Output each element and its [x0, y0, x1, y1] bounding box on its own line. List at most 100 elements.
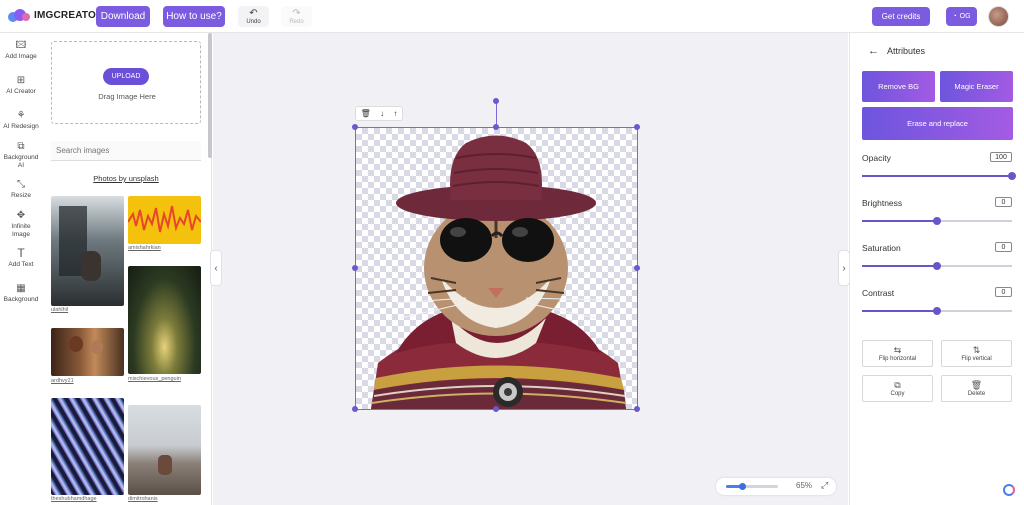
download-button[interactable]: Download: [96, 6, 150, 27]
delete-button[interactable]: 🗑 Delete: [941, 375, 1012, 402]
erase-and-replace-button[interactable]: Erase and replace: [862, 107, 1013, 140]
thumb-caption[interactable]: mischievous_penguin: [128, 376, 203, 382]
resize-handle-t[interactable]: [493, 124, 499, 130]
credits-badge[interactable]: ◔ OG: [946, 7, 977, 26]
rail-item-label: AI Creator: [6, 88, 36, 95]
copy-button[interactable]: ⧉ Copy: [862, 375, 933, 402]
wand-icon: ⚘: [16, 110, 26, 121]
brightness-value[interactable]: 0: [995, 197, 1012, 207]
unsplash-link[interactable]: Photos by unsplash: [42, 174, 210, 183]
soundwave-graphic: [128, 205, 201, 233]
get-credits-button[interactable]: Get credits: [872, 7, 930, 26]
rail-item-infinite-image[interactable]: ✥ Infinite Image: [0, 210, 42, 239]
redo-label: Redo: [289, 18, 304, 25]
zoom-slider-knob[interactable]: [738, 483, 746, 490]
upload-dropzone[interactable]: UPLOAD Drag Image Here: [51, 41, 201, 124]
rotate-handle[interactable]: [493, 98, 499, 104]
zoom-value: 65%: [796, 481, 813, 490]
thumb-caption[interactable]: dimitrohanis: [128, 496, 203, 502]
rail-item-label: Background AI: [3, 154, 39, 169]
resize-handle-bl[interactable]: [352, 406, 358, 412]
collapse-left-button[interactable]: ‹: [210, 250, 222, 286]
upload-button[interactable]: UPLOAD: [103, 68, 149, 85]
saturation-label: Saturation: [862, 243, 901, 253]
trash-icon[interactable]: 🗑: [361, 109, 371, 118]
rail-item-label: Resize: [11, 192, 31, 199]
rail-item-add-image[interactable]: 🖾 Add Image: [0, 40, 42, 61]
pattern-icon: ▦: [16, 283, 26, 294]
contrast-slider[interactable]: [862, 307, 1012, 315]
undo-icon: ↶: [249, 7, 258, 19]
attributes-header: ← Attributes: [868, 45, 925, 57]
how-to-use-button[interactable]: How to use?: [163, 6, 225, 27]
brightness-label: Brightness: [862, 198, 903, 208]
image-add-icon: 🖾: [15, 40, 27, 51]
zoom-control: 65% ⤢: [716, 478, 836, 495]
resize-handle-tl[interactable]: [352, 124, 358, 130]
flip-horizontal-label: Flip horizontal: [878, 356, 917, 362]
redo-icon: ↷: [292, 7, 301, 19]
rail-item-add-text[interactable]: T Add Text: [0, 247, 42, 269]
chevron-right-icon: ›: [842, 262, 846, 274]
arrow-up-icon[interactable]: ↑: [393, 109, 397, 118]
saturation-slider-knob[interactable]: [933, 262, 941, 270]
resize-handle-l[interactable]: [352, 265, 358, 271]
undo-label: Undo: [246, 18, 261, 25]
zoom-slider[interactable]: [726, 483, 778, 490]
thumb-image[interactable]: [51, 328, 124, 376]
thumb-image[interactable]: [51, 398, 124, 495]
thumb-caption[interactable]: theshubhamdhage: [51, 496, 126, 502]
brightness-slider-fill: [862, 220, 937, 222]
resize-handle-tr[interactable]: [634, 124, 640, 130]
selection-toolbar: 🗑 ↓ ↑: [355, 106, 403, 121]
search-input[interactable]: [51, 141, 201, 161]
image-panel: UPLOAD Drag Image Here Photos by unsplas…: [42, 33, 212, 505]
avatar[interactable]: [988, 6, 1009, 27]
rail-item-ai-creator[interactable]: ⊞ AI Creator: [0, 75, 42, 96]
redo-button[interactable]: ↷ Redo: [281, 6, 312, 27]
resize-handle-br[interactable]: [634, 406, 640, 412]
rail-item-ai-redesign[interactable]: ⚘ AI Redesign: [0, 110, 42, 131]
flip-horizontal-icon: ⇆: [893, 345, 902, 355]
thumb-caption[interactable]: ardhvy21: [51, 378, 126, 384]
thumb-image[interactable]: [51, 196, 124, 306]
flip-horizontal-button[interactable]: ⇆ Flip horizontal: [862, 340, 933, 367]
brightness-slider-knob[interactable]: [933, 217, 941, 225]
thumb-image[interactable]: [128, 405, 201, 495]
rail-item-background[interactable]: ▦ Background: [0, 283, 42, 304]
rail-item-label: AI Redesign: [3, 123, 39, 130]
opacity-slider-knob[interactable]: [1008, 172, 1016, 180]
thumb-caption[interactable]: amishahrkian: [128, 245, 203, 251]
resize-handle-r[interactable]: [634, 265, 640, 271]
arrow-down-icon[interactable]: ↓: [380, 109, 384, 118]
magic-eraser-button[interactable]: Magic Eraser: [940, 71, 1013, 102]
rail-item-label: Add Image: [5, 53, 37, 60]
help-widget-icon[interactable]: [1003, 484, 1015, 496]
rail-item-resize[interactable]: ⤡ Resize: [0, 179, 42, 200]
flip-vertical-button[interactable]: ⇅ Flip vertical: [941, 340, 1012, 367]
panel-scrollbar[interactable]: [208, 33, 212, 158]
rail-item-background-ai[interactable]: ⧉ Background AI: [0, 141, 42, 170]
thumb-image[interactable]: [128, 196, 201, 244]
logo[interactable]: IMGCREATOR: [8, 9, 103, 22]
undo-button[interactable]: ↶ Undo: [238, 6, 269, 27]
opacity-slider[interactable]: [862, 172, 1016, 180]
attributes-title: Attributes: [887, 46, 926, 56]
thumb-image[interactable]: [128, 266, 201, 374]
chevron-left-icon: ‹: [214, 262, 218, 274]
opacity-value[interactable]: 100: [990, 152, 1012, 162]
back-arrow-icon[interactable]: ←: [868, 45, 879, 57]
opacity-label: Opacity: [862, 153, 891, 163]
thumb-caption[interactable]: ulahlhil: [51, 307, 126, 313]
remove-bg-button[interactable]: Remove BG: [862, 71, 935, 102]
flip-vertical-icon: ⇅: [972, 345, 981, 355]
fit-screen-icon[interactable]: ⤢: [821, 480, 828, 491]
coin-icon: ◔: [952, 13, 957, 20]
move-icon: ✥: [16, 210, 26, 221]
saturation-value[interactable]: 0: [995, 242, 1012, 252]
resize-handle-b[interactable]: [493, 406, 499, 412]
contrast-value[interactable]: 0: [995, 287, 1012, 297]
saturation-slider[interactable]: [862, 262, 1012, 270]
brightness-slider[interactable]: [862, 217, 1012, 225]
contrast-slider-knob[interactable]: [933, 307, 941, 315]
